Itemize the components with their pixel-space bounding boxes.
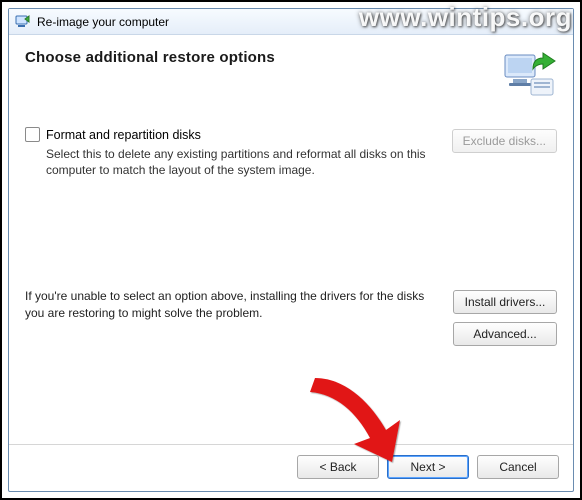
install-drivers-button[interactable]: Install drivers... [453,290,557,314]
titlebar: Re-image your computer [9,9,573,35]
driver-help-text: If you're unable to select an option abo… [25,288,437,320]
wizard-footer: < Back Next > Cancel [9,444,573,491]
format-repartition-checkbox[interactable] [25,127,40,142]
format-repartition-description: Select this to delete any existing parti… [46,146,436,178]
next-button[interactable]: Next > [387,455,469,479]
window-title: Re-image your computer [37,15,169,29]
exclude-disks-button[interactable]: Exclude disks... [452,129,557,153]
dialog-window: Re-image your computer Choose additional… [8,8,574,492]
restore-icon [501,49,557,101]
back-button[interactable]: < Back [297,455,379,479]
advanced-button[interactable]: Advanced... [453,322,557,346]
format-repartition-label: Format and repartition disks [46,128,201,142]
app-icon [15,14,31,30]
content-area: Choose additional restore options [9,35,573,444]
page-heading: Choose additional restore options [25,49,275,66]
cancel-button[interactable]: Cancel [477,455,559,479]
